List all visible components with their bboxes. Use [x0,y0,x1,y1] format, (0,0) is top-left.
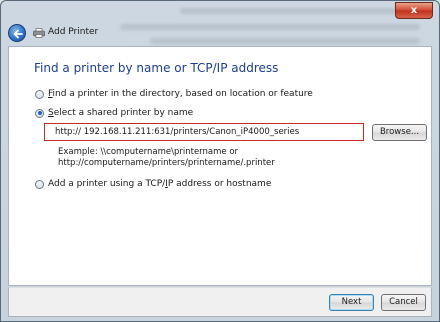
next-button[interactable]: Next [329,294,374,311]
back-button[interactable] [8,24,26,42]
title-bar: x Add Printer [1,1,439,42]
close-button[interactable]: x [395,2,433,19]
radio-directory[interactable] [35,89,44,99]
radio-shared-printer[interactable] [35,108,44,118]
example-text: Example: \\computername\printername or h… [58,147,275,168]
browse-button[interactable]: Browse... [372,124,427,141]
option-directory[interactable]: Find a printer in the directory, based o… [35,89,313,99]
option-tcpip[interactable]: Add a printer using a TCP/IP address or … [35,179,271,189]
back-arrow-icon [13,29,23,39]
option-directory-label: Find a printer in the directory, based o… [48,89,313,99]
option-shared-printer[interactable]: Select a shared printer by name [35,108,193,118]
option-shared-printer-label: Select a shared printer by name [48,108,194,118]
add-printer-window: x Add Printer Find a printer by name or … [0,0,440,322]
option-tcpip-label: Add a printer using a TCP/IP address or … [48,179,272,189]
page-heading: Find a printer by name or TCP/IP address [34,61,279,75]
cancel-button[interactable]: Cancel [381,294,426,311]
content-panel: Find a printer by name or TCP/IP address… [8,46,432,286]
printer-icon [33,28,45,38]
shared-printer-path-input[interactable] [44,123,364,141]
window-title: Add Printer [48,27,99,37]
radio-tcpip[interactable] [35,179,44,189]
